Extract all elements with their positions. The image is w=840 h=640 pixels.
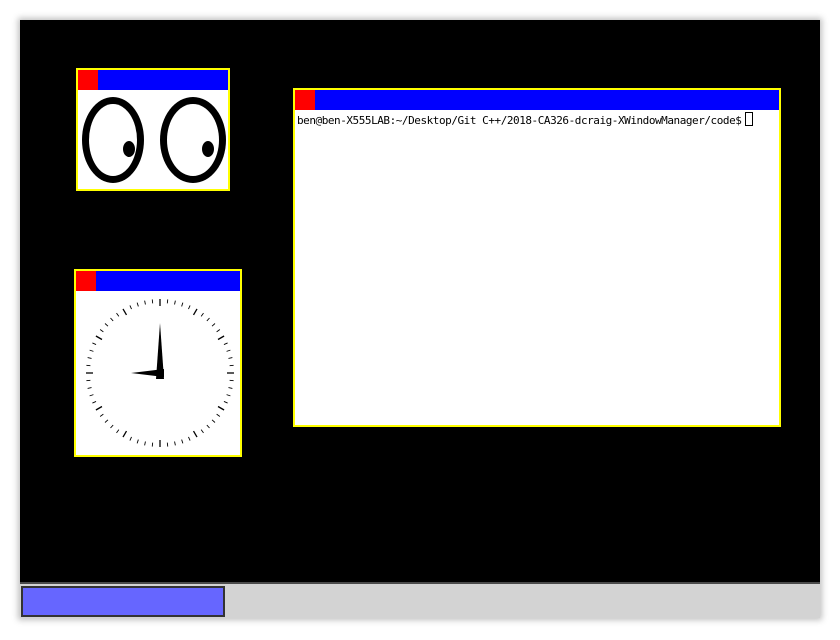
clock-tick	[211, 419, 216, 423]
clock-tick	[87, 357, 92, 359]
clock-tick	[188, 436, 191, 441]
eyes-content	[78, 90, 228, 189]
text-cursor-icon	[745, 112, 754, 126]
clock-tick	[116, 429, 120, 434]
eyes-window[interactable]	[76, 68, 230, 191]
clock-tick	[92, 342, 97, 345]
close-button[interactable]	[76, 271, 96, 291]
close-button[interactable]	[78, 70, 98, 90]
clock-tick	[87, 387, 92, 389]
clock-tick	[181, 439, 184, 444]
clock-tick	[192, 308, 198, 316]
clock-tick	[122, 430, 128, 438]
clock-tick	[174, 300, 176, 305]
clock-tick	[95, 335, 103, 341]
window-titlebar[interactable]	[295, 90, 779, 110]
clock-tick	[188, 305, 191, 310]
clock-tick	[174, 441, 176, 446]
clock-tick	[223, 401, 228, 404]
clock-tick	[206, 317, 210, 322]
clock-tick	[200, 312, 204, 317]
clock-tick	[144, 441, 146, 446]
clock-tick	[122, 308, 128, 316]
terminal-content[interactable]: ben@ben-X555LAB:~/Desktop/Git C++/2018-C…	[295, 110, 779, 425]
clock-tick	[206, 424, 210, 429]
clock-tick	[216, 413, 221, 417]
clock-tick	[110, 424, 114, 429]
clock-tick	[104, 323, 109, 327]
clock-tick	[116, 312, 120, 317]
clock-content	[76, 291, 240, 455]
terminal-prompt: ben@ben-X555LAB:~/Desktop/Git C++/2018-C…	[297, 114, 742, 127]
clock-tick	[104, 419, 109, 423]
taskbar-item-active[interactable]	[21, 586, 225, 617]
clock-tick	[181, 302, 184, 307]
pupil-left	[123, 141, 135, 157]
clock-tick	[89, 349, 94, 352]
clock-tick	[216, 329, 221, 333]
clock-tick	[226, 349, 231, 352]
eyes-icon	[82, 97, 226, 183]
clock-tick	[129, 305, 132, 310]
desktop[interactable]: ben@ben-X555LAB:~/Desktop/Git C++/2018-C…	[20, 20, 820, 618]
clock-tick	[136, 302, 139, 307]
clock-tick	[95, 405, 103, 411]
clock-tick	[223, 342, 228, 345]
clock-tick	[226, 394, 231, 397]
clock-tick	[144, 300, 146, 305]
taskbar[interactable]	[20, 582, 820, 618]
clock-hour-hand	[131, 369, 164, 377]
terminal-prompt-line[interactable]: ben@ben-X555LAB:~/Desktop/Git C++/2018-C…	[297, 112, 754, 128]
clock-face-icon	[86, 299, 234, 447]
close-button[interactable]	[295, 90, 315, 110]
pupil-right	[202, 141, 214, 157]
terminal-window[interactable]: ben@ben-X555LAB:~/Desktop/Git C++/2018-C…	[293, 88, 781, 427]
clock-tick	[217, 405, 225, 411]
window-titlebar[interactable]	[78, 70, 228, 90]
clock-tick	[99, 413, 104, 417]
clock-tick	[110, 317, 114, 322]
clock-tick	[99, 329, 104, 333]
clock-tick	[228, 357, 233, 359]
clock-tick	[192, 430, 198, 438]
clock-tick	[217, 335, 225, 341]
clock-tick	[92, 401, 97, 404]
clock-window[interactable]	[74, 269, 242, 457]
clock-tick	[200, 429, 204, 434]
clock-tick	[211, 323, 216, 327]
clock-tick	[228, 387, 233, 389]
clock-tick	[89, 394, 94, 397]
clock-tick	[129, 436, 132, 441]
clock-tick	[136, 439, 139, 444]
window-titlebar[interactable]	[76, 271, 240, 291]
